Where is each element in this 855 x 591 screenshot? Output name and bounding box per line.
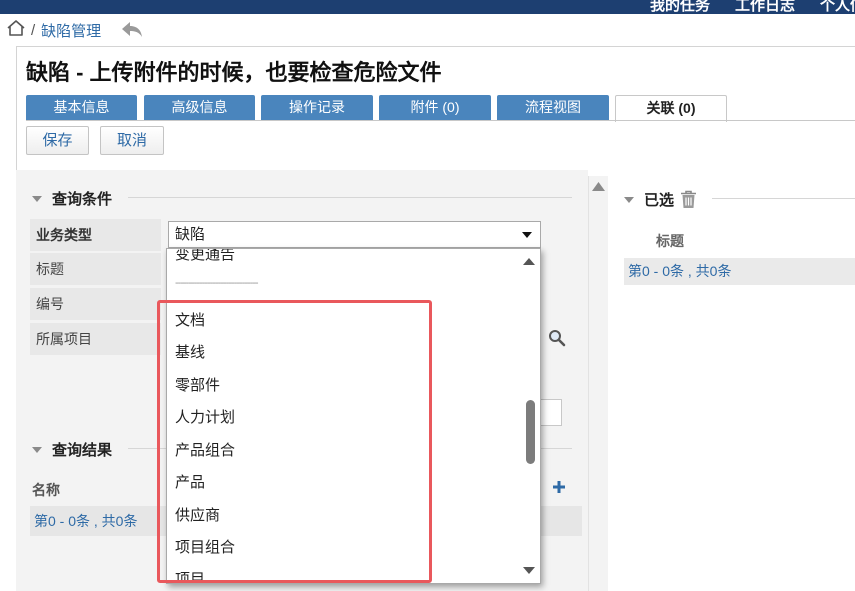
cancel-button[interactable]: 取消 xyxy=(100,126,164,155)
title-label: 标题 xyxy=(30,253,161,285)
tab-flow-view[interactable]: 流程视图 xyxy=(497,95,609,121)
dropdown-separator: ------------------------------- xyxy=(175,277,259,289)
dropdown-scroll-down-icon[interactable] xyxy=(523,567,535,574)
tab-advanced-info[interactable]: 高级信息 xyxy=(144,95,255,121)
tab-attachments[interactable]: 附件 (0) xyxy=(379,95,491,121)
number-label: 编号 xyxy=(30,288,161,320)
collapse-triangle-icon xyxy=(32,195,42,202)
dropdown-scrollbar-thumb[interactable] xyxy=(526,400,535,464)
selected-pager: 第0 - 0条 , 共0条 xyxy=(624,258,855,285)
dropdown-option[interactable]: 变更通告 xyxy=(175,249,235,264)
query-conditions-title: 查询条件 xyxy=(52,191,113,208)
selected-column-title[interactable]: 标题 xyxy=(656,231,684,251)
project-label: 所属项目 xyxy=(30,323,161,355)
query-results-title: 查询结果 xyxy=(52,442,113,459)
home-icon[interactable] xyxy=(6,19,26,41)
query-panel-scrollbar[interactable] xyxy=(588,176,608,591)
plus-icon[interactable] xyxy=(552,480,566,497)
query-conditions-header[interactable]: 查询条件 xyxy=(32,188,112,209)
topbar-work-log-link[interactable]: 工作日志 xyxy=(735,0,795,14)
query-results-header[interactable]: 查询结果 xyxy=(32,439,112,460)
breadcrumb-current[interactable]: 缺陷管理 xyxy=(41,20,101,41)
annotation-highlight-box xyxy=(157,300,432,583)
collapse-triangle-icon xyxy=(624,196,634,203)
tab-operation-log[interactable]: 操作记录 xyxy=(261,95,373,121)
trash-icon[interactable] xyxy=(680,190,697,209)
topbar-my-tasks-link[interactable]: 我的任务 xyxy=(650,0,710,14)
page-title: 缺陷 - 上传附件的时候，也要检查危险文件 xyxy=(26,60,442,85)
topbar-personal-link[interactable]: 个人信 xyxy=(820,0,855,14)
back-arrow-icon[interactable] xyxy=(121,21,143,39)
results-column-name[interactable]: 名称 xyxy=(32,480,60,500)
selected-title: 已选 xyxy=(644,192,675,209)
section-divider xyxy=(128,197,572,198)
section-divider xyxy=(712,198,855,199)
business-type-label: 业务类型 xyxy=(30,219,161,251)
tab-basic-info[interactable]: 基本信息 xyxy=(26,95,137,121)
top-navigation-bar: 我的任务 工作日志 个人信 xyxy=(0,0,855,14)
dropdown-scroll-up-icon[interactable] xyxy=(523,258,535,265)
business-type-value: 缺陷 xyxy=(175,226,206,243)
breadcrumb: / 缺陷管理 xyxy=(6,18,143,42)
business-type-select[interactable]: 缺陷 xyxy=(168,221,541,248)
tab-relations[interactable]: 关联 (0) xyxy=(615,95,727,122)
breadcrumb-separator: / xyxy=(31,21,36,39)
selected-header[interactable]: 已选 xyxy=(624,189,697,210)
save-button[interactable]: 保存 xyxy=(26,126,89,155)
search-icon[interactable] xyxy=(548,329,566,350)
tab-divider xyxy=(26,120,855,121)
dropdown-caret-icon xyxy=(522,232,532,238)
scroll-up-icon xyxy=(592,182,605,191)
collapse-triangle-icon xyxy=(32,446,42,453)
